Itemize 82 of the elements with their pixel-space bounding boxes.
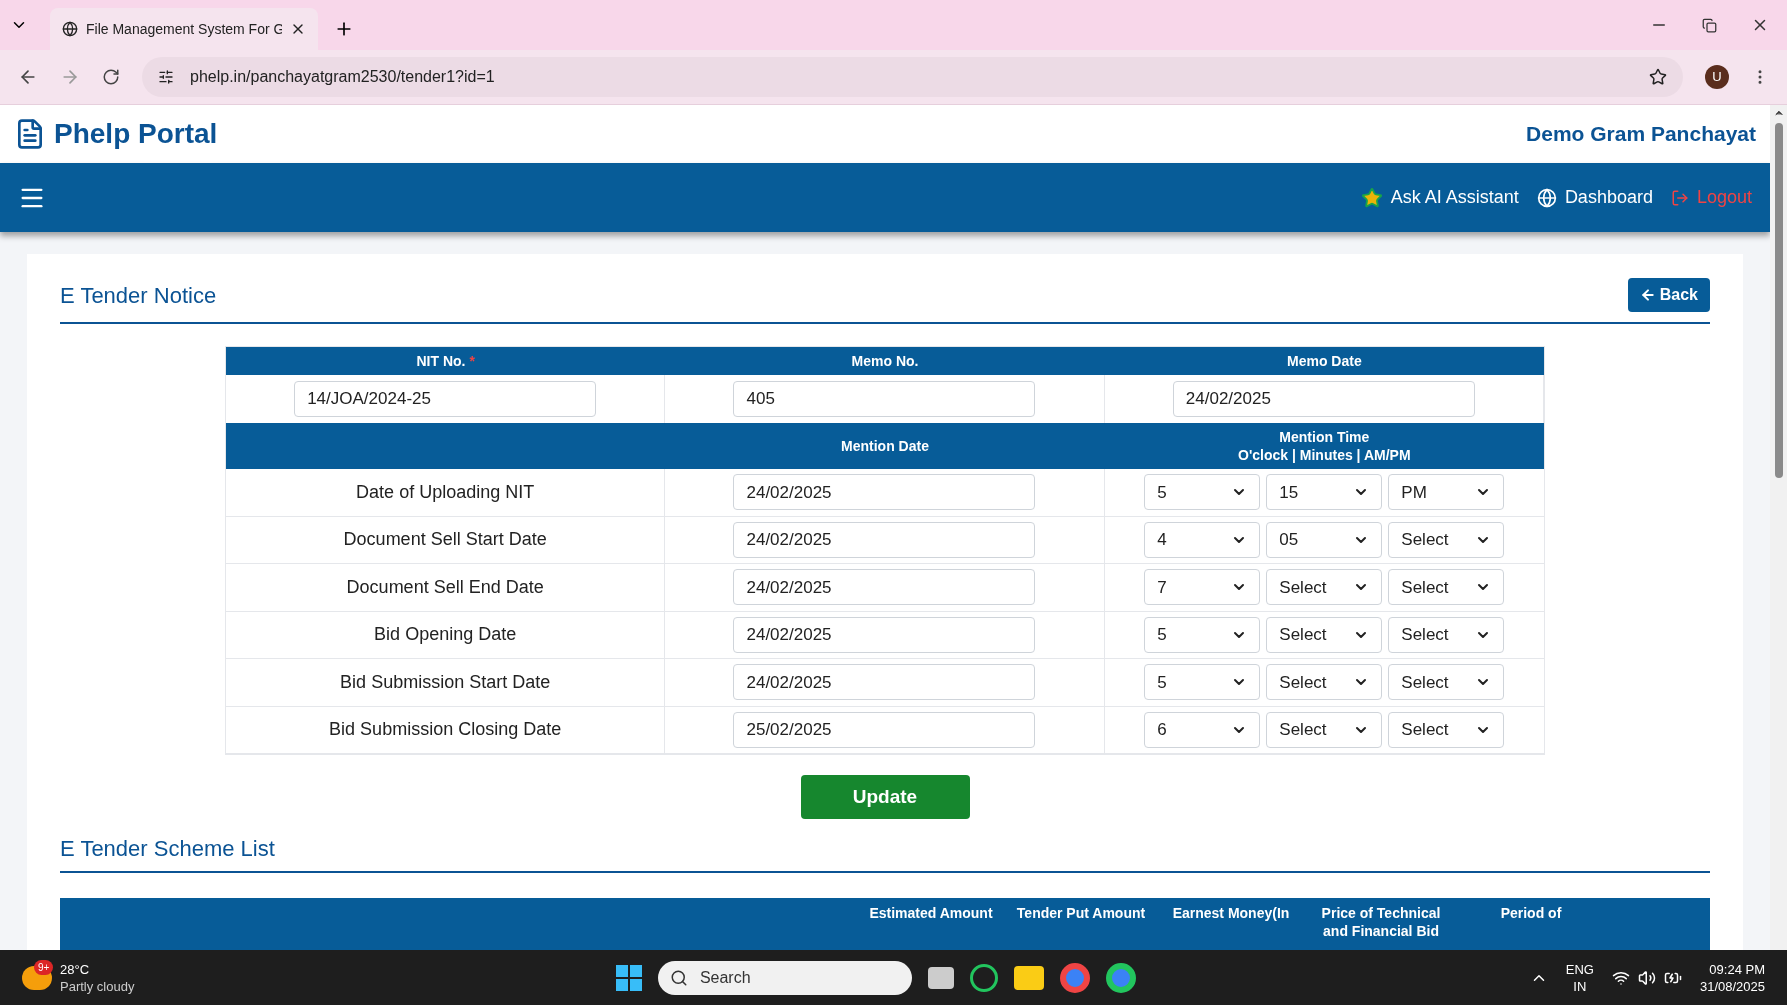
input-field[interactable]: 405 — [733, 381, 1036, 417]
select-field[interactable]: Select — [1388, 664, 1505, 701]
dashboard-icon — [1536, 187, 1557, 208]
select-field[interactable]: Select — [1388, 711, 1505, 748]
select-field[interactable]: 5 — [1144, 616, 1261, 653]
select-field[interactable]: Select — [1266, 569, 1383, 606]
weather-condition: Partly cloudy — [60, 977, 135, 995]
nav-link[interactable]: Ask AI Assistant — [1360, 184, 1519, 211]
select-field[interactable]: 05 — [1266, 521, 1383, 558]
back-button[interactable]: Back — [1627, 278, 1710, 312]
row-label: Bid Opening Date — [374, 623, 517, 647]
update-button[interactable]: Update — [800, 775, 970, 819]
input-field[interactable]: 14/JOA/2024-25 — [294, 381, 597, 417]
profile-avatar[interactable]: U — [1705, 65, 1729, 89]
select-field[interactable]: Select — [1266, 616, 1383, 653]
nav-link[interactable]: Dashboard — [1536, 184, 1653, 211]
select-field[interactable]: Select — [1388, 569, 1505, 606]
browser-icon[interactable] — [1059, 962, 1090, 993]
region-indicator[interactable]: IN — [1573, 977, 1587, 995]
select-field[interactable]: Select — [1266, 711, 1383, 748]
arrow-left-icon — [1639, 287, 1656, 303]
input-field[interactable]: 24/02/2025 — [733, 474, 1036, 511]
address-bar[interactable]: phelp.in/panchayatgram2530/tender1?id=1 — [142, 57, 1683, 97]
row-label: Bid Submission Start Date — [340, 670, 551, 694]
column-header: Estimated Amount — [868, 904, 994, 922]
clock-date[interactable]: 31/08/2025 — [1699, 977, 1765, 995]
restore-icon[interactable] — [1702, 17, 1717, 33]
select-field[interactable]: 7 — [1144, 569, 1261, 606]
bookmark-icon[interactable] — [1649, 68, 1667, 86]
logout-icon — [1670, 188, 1689, 207]
select-field[interactable]: 6 — [1144, 711, 1261, 748]
star-icon — [1360, 186, 1383, 209]
volume-icon[interactable] — [1637, 968, 1656, 987]
column-header: Period of — [1499, 904, 1563, 922]
column-header: Price of Technical and Financial Bid — [1320, 904, 1442, 940]
scrollbar-thumb[interactable] — [1774, 123, 1783, 478]
reload-icon[interactable] — [102, 68, 120, 86]
start-icon[interactable] — [615, 964, 642, 991]
site-settings-icon — [158, 69, 174, 85]
notification-badge: 9+ — [34, 959, 54, 975]
select-field[interactable]: 15 — [1266, 474, 1383, 511]
select-field[interactable]: Select — [1388, 521, 1505, 558]
column-subheader: O'clock | Minutes | AM/PM — [1238, 446, 1411, 464]
select-field[interactable]: 5 — [1144, 664, 1261, 701]
select-field[interactable]: 5 — [1144, 474, 1261, 511]
task-view-icon[interactable] — [927, 966, 954, 989]
taskbar-search[interactable]: Search — [657, 960, 912, 995]
input-field[interactable]: 24/02/2025 — [733, 616, 1036, 653]
temperature: 28°C — [60, 960, 91, 978]
select-field[interactable]: Select — [1388, 616, 1505, 653]
column-header: Tender Put Amount — [1015, 904, 1147, 922]
select-field[interactable]: Select — [1266, 664, 1383, 701]
input-field[interactable]: 25/02/2025 — [733, 711, 1036, 748]
language-indicator[interactable]: ENG — [1565, 960, 1594, 978]
input-field[interactable]: 24/02/2025 — [733, 521, 1036, 558]
column-header: Memo No. — [851, 351, 919, 371]
brand-title[interactable]: Phelp Portal — [54, 113, 218, 155]
column-header: NIT No. — [416, 351, 466, 371]
folder-icon[interactable] — [1013, 965, 1044, 990]
section-title: E Tender Scheme List — [60, 834, 275, 863]
column-header: Mention Time — [1279, 428, 1370, 446]
search-icon — [669, 968, 688, 987]
section-title: E Tender Notice — [60, 281, 217, 310]
row-label: Document Sell End Date — [346, 575, 544, 599]
required-mark: * — [469, 351, 475, 371]
column-header: Mention Date — [841, 436, 929, 456]
select-field[interactable]: PM — [1388, 474, 1505, 511]
input-field[interactable]: 24/02/2025 — [733, 664, 1036, 701]
scrollbar[interactable] — [1770, 105, 1787, 950]
clock-time[interactable]: 09:24 PM — [1709, 960, 1765, 978]
row-label: Bid Submission Closing Date — [329, 718, 562, 742]
input-field[interactable]: 24/02/2025 — [733, 569, 1036, 606]
chat-app-icon[interactable] — [969, 963, 998, 992]
globe-icon — [62, 21, 78, 37]
column-header: Earnest Money(In — [1171, 904, 1291, 922]
row-label: Document Sell Start Date — [343, 528, 547, 552]
input-field[interactable]: 24/02/2025 — [1172, 381, 1475, 417]
select-field[interactable]: 4 — [1144, 521, 1261, 558]
column-header: Memo Date — [1287, 351, 1362, 371]
browser-icon[interactable] — [1105, 962, 1136, 993]
row-label: Date of Uploading NIT — [356, 480, 535, 504]
organization-name: Demo Gram Panchayat — [1526, 121, 1756, 148]
